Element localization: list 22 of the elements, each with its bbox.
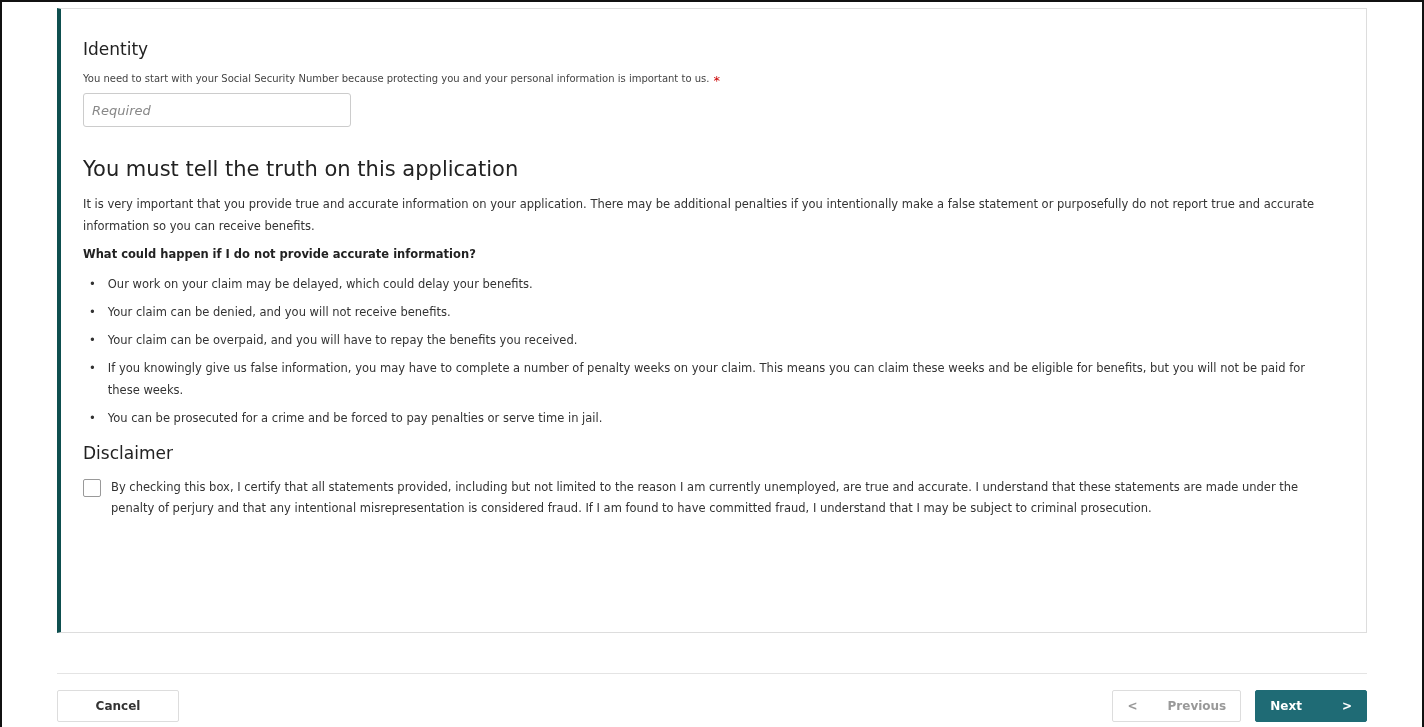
bullet-item: Our work on your claim may be delayed, which could delay your benefits. xyxy=(107,276,533,293)
question-heading: What could happen if I do not provide accurate information? xyxy=(83,247,477,261)
section-title: You must tell the truth on this application xyxy=(83,157,520,181)
checkbox[interactable] xyxy=(83,479,101,497)
ssn-input-field[interactable]: Required xyxy=(83,93,351,127)
disclaimer-text: By checking this box, I certify that all statements provided, including but not limited to the reason I am currently unemployed, are true and accurate. I understand that these statements are made under the penalty of perjury and that any intentional misrepresentation is considered fraud. If I am found to have committed fraud, I understand that I may be subject to criminal prosecution. xyxy=(111,479,1300,517)
bullet-marker: • xyxy=(89,304,96,321)
cancel-button[interactable]: Cancel xyxy=(57,690,179,722)
bullet-marker: • xyxy=(89,332,96,349)
bullet-marker: • xyxy=(89,410,96,427)
intro-paragraph: It is very important that you provide true and accurate information on your application. There may be additional penalties if you intentionally make a false statement or purposefully do not report true and accurate information so you can receive benefits. xyxy=(83,196,1316,235)
next-button[interactable]: Next > xyxy=(1255,690,1367,722)
bullet-marker: • xyxy=(89,276,96,293)
section-title: Disclaimer xyxy=(83,443,174,463)
bullet-item: Your claim can be denied, and you will not receive benefits. xyxy=(107,304,451,321)
section-title: Identity xyxy=(83,39,150,59)
bullet-item: If you knowingly give us false information, you may have to complete a number of penalty weeks on your claim. This means you can claim these weeks and be eligible for benefits, but you will not be paid for these weeks. xyxy=(107,360,1306,399)
field-label: You need to start with your Social Security Number because protecting you and your personal information is important to us. xyxy=(83,73,710,86)
bullet-item: Your claim can be overpaid, and you will have to repay the benefits you received. xyxy=(107,332,578,349)
required-mark: * xyxy=(713,73,720,88)
bullet-item: You can be prosecuted for a crime and be forced to pay penalties or serve time in jail. xyxy=(107,410,603,427)
bullet-marker: • xyxy=(89,360,96,377)
